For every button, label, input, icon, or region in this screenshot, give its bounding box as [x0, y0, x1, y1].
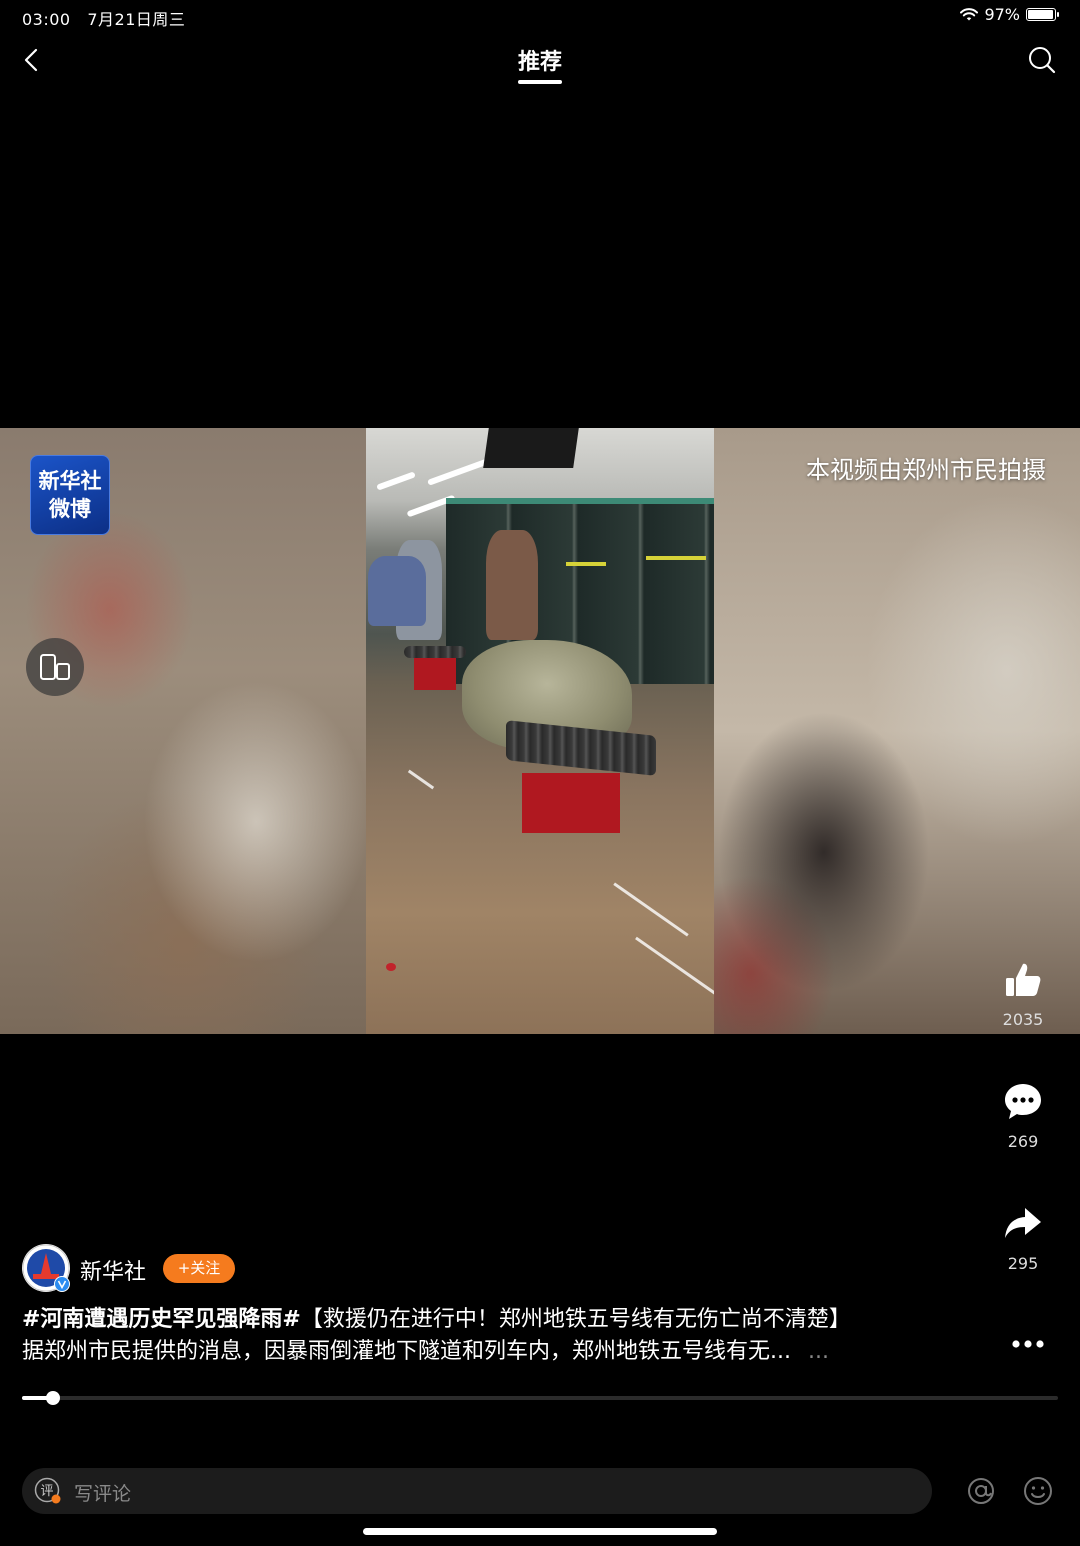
more-dots-icon [1012, 1340, 1044, 1348]
share-button[interactable]: 295 [988, 1202, 1058, 1273]
active-tab-indicator [518, 80, 562, 84]
xinhua-weibo-logo: 新华社 微博 [30, 455, 110, 535]
comment-icon-text: 评 [40, 1484, 53, 1499]
author-name[interactable]: 新华社 [80, 1254, 146, 1286]
post-description[interactable]: #河南遭遇历史罕见强降雨#【救援仍在进行中！郑州地铁五号线有无伤亡尚不清楚】 据… [22, 1304, 972, 1368]
comment-count: 269 [1007, 1132, 1039, 1151]
video-frame [366, 428, 714, 1034]
video-blur-right [714, 428, 1080, 1034]
author-avatar[interactable] [22, 1244, 70, 1292]
comment-edit-icon: 评 [34, 1477, 61, 1504]
status-date: 7月21日周三 [87, 10, 186, 29]
emoji-button[interactable] [1023, 1476, 1053, 1506]
description-headline: 【救援仍在进行中！郑州地铁五号线有无伤亡尚不清楚】 [300, 1307, 851, 1332]
battery-fill [1028, 10, 1054, 19]
badge-line-2: 微博 [49, 497, 91, 521]
description-line-2: 据郑州市民提供的消息，因暴雨倒灌地下隧道和列车内，郑州地铁五号线有无... ..… [22, 1336, 972, 1368]
battery-icon [1026, 8, 1059, 21]
video-player[interactable] [0, 428, 1080, 1034]
smiley-icon [1024, 1477, 1052, 1505]
more-options-button[interactable] [1006, 1330, 1050, 1358]
badge-line-1: 新华社 [38, 469, 102, 493]
like-count: 2035 [1002, 1010, 1044, 1029]
comment-input[interactable]: 评 写评论 [22, 1468, 932, 1514]
share-count: 295 [1007, 1254, 1039, 1273]
status-clock: 03:00 [22, 10, 71, 29]
comment-button[interactable]: 269 [988, 1080, 1058, 1151]
video-progress-bar[interactable] [22, 1391, 1058, 1405]
like-button[interactable]: 2035 [988, 958, 1058, 1029]
description-body: 据郑州市民提供的消息，因暴雨倒灌地下隧道和列车内，郑州地铁五号线有无... [22, 1339, 791, 1364]
description-line-1: #河南遭遇历史罕见强降雨#【救援仍在进行中！郑州地铁五号线有无伤亡尚不清楚】 [22, 1304, 972, 1336]
search-button[interactable] [1024, 42, 1060, 78]
at-sign-icon [968, 1478, 994, 1504]
comment-placeholder: 写评论 [74, 1483, 132, 1505]
battery-percent: 97% [984, 5, 1020, 24]
tab-recommended[interactable]: 推荐 [0, 44, 1080, 76]
expand-ellipsis[interactable]: ... [808, 1339, 829, 1364]
search-icon [1029, 47, 1056, 74]
share-arrow-icon [1005, 1208, 1041, 1238]
rotate-screen-button[interactable] [26, 638, 84, 696]
status-indicators: 97% [960, 5, 1059, 24]
mention-button[interactable] [966, 1476, 996, 1506]
follow-button[interactable]: +关注 [163, 1254, 235, 1283]
comment-bubble-icon [1005, 1084, 1041, 1119]
status-time: 03:00 7月21日周三 [22, 6, 185, 30]
video-watermark-caption: 本视频由郑州市民拍摄 [806, 456, 1046, 484]
rotate-screen-icon [40, 654, 70, 680]
wifi-icon [960, 7, 979, 20]
home-indicator[interactable] [363, 1528, 717, 1535]
progress-scrubber-handle[interactable] [46, 1391, 61, 1405]
hashtag-link[interactable]: #河南遭遇历史罕见强降雨# [22, 1307, 301, 1332]
verified-badge-icon [54, 1276, 70, 1292]
thumbs-up-icon [1006, 963, 1041, 996]
